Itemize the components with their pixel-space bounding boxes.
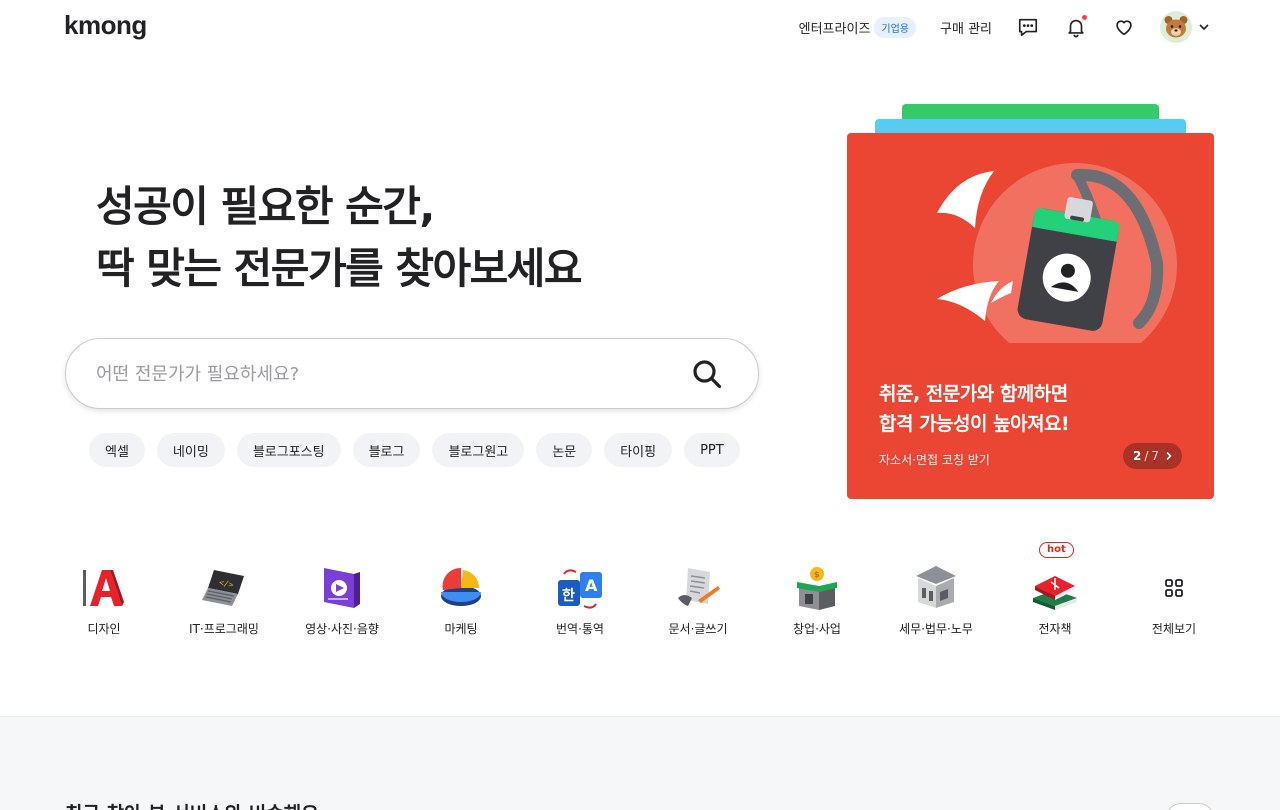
favorites-button[interactable] — [1112, 15, 1136, 39]
promo-banner[interactable]: 취준, 전문가와 함께하면 합격 가능성이 높아져요! 자소서·면접 코칭 받기… — [847, 133, 1214, 499]
category-label: 창업·사업 — [793, 622, 841, 636]
chevron-down-icon — [1199, 24, 1209, 31]
category-design[interactable]: 디자인 — [45, 540, 163, 640]
pager-current: 2 — [1132, 449, 1142, 463]
enterprise-link[interactable]: 엔터프라이즈 기업용 — [798, 16, 917, 38]
search-button[interactable] — [690, 357, 724, 391]
banner-title-line2: 합격 가능성이 높아져요! — [879, 413, 1070, 435]
svg-text:A: A — [585, 576, 598, 595]
pager-separator: / — [1144, 449, 1149, 463]
logo[interactable]: kmong — [64, 10, 147, 41]
category-video-photo-audio[interactable]: 영상·사진·음향 — [283, 540, 401, 640]
recommendation-section: 최근 찾아 본 서비스와 비슷해요 — [0, 716, 1280, 810]
banner-pager[interactable]: 2 / 7 — [1122, 443, 1182, 469]
chat-icon — [1018, 18, 1038, 37]
keyword-chip[interactable]: 타이핑 — [604, 433, 673, 467]
category-it-programming[interactable]: </> IT·프로그래밍 — [165, 540, 283, 640]
category-label: 전자책 — [1038, 622, 1072, 636]
banner-title: 취준, 전문가와 함께하면 합격 가능성이 높아져요! — [879, 379, 1070, 439]
popular-keywords: 엑셀 네이밍 블로그포스팅 블로그 블로그원고 논문 타이핑 PPT — [89, 433, 752, 467]
purchase-management-link[interactable]: 구매 관리 — [940, 18, 992, 37]
notification-dot — [1082, 15, 1087, 20]
category-list: 디자인 </> IT·프로그래밍 영상·사진·음향 마케팅 한 A 번역·통역 … — [45, 540, 1235, 640]
chevron-right-icon — [1164, 451, 1174, 461]
header-nav: 엔터프라이즈 기업용 구매 관리 — [799, 9, 1212, 45]
id-badge-icon — [937, 163, 1177, 343]
message-button[interactable] — [1016, 15, 1040, 39]
account-menu-toggle[interactable] — [1198, 20, 1212, 34]
category-label: 디자인 — [87, 622, 121, 636]
grid-icon — [1165, 579, 1183, 597]
keyword-chip[interactable]: 논문 — [536, 433, 593, 467]
hot-badge: hot — [1039, 542, 1074, 558]
translate-icon: 한 A — [558, 569, 602, 609]
category-tax-legal-labor[interactable]: 세무·법무·노무 — [877, 540, 995, 640]
category-label: 번역·통역 — [556, 622, 604, 636]
hero-title-line1: 성공이 필요한 순간, — [96, 182, 435, 231]
heart-icon — [1116, 20, 1132, 36]
category-marketing[interactable]: 마케팅 — [402, 540, 520, 640]
promo-banner-carousel: 취준, 전문가와 함께하면 합격 가능성이 높아져요! 자소서·면접 코칭 받기… — [847, 104, 1214, 499]
bear-avatar-icon — [1160, 11, 1192, 43]
category-view-all[interactable]: 전체보기 — [1115, 540, 1233, 640]
category-label: 전체보기 — [1151, 622, 1197, 636]
keyword-chip[interactable]: 엑셀 — [89, 433, 145, 467]
keyword-chip[interactable]: 블로그 — [352, 433, 421, 467]
notification-button[interactable] — [1064, 15, 1088, 39]
pie-chart-icon — [441, 567, 481, 606]
search-icon — [693, 360, 722, 389]
category-label: 영상·사진·음향 — [305, 622, 379, 636]
category-startup-business[interactable]: $ 창업·사업 — [758, 540, 876, 640]
category-document-writing[interactable]: 문서·글쓰기 — [639, 540, 757, 640]
design-icon — [83, 570, 124, 606]
svg-text:한: 한 — [562, 588, 575, 604]
keyword-chip[interactable]: PPT — [684, 433, 740, 467]
header: kmong 엔터프라이즈 기업용 구매 관리 — [0, 0, 1280, 52]
hero-title-line2: 딱 맞는 전문가를 찾아보세요 — [96, 244, 583, 293]
category-ebook[interactable]: hot 전자책 — [996, 540, 1114, 640]
category-label: IT·프로그래밍 — [189, 622, 259, 636]
store-icon: $ — [797, 567, 837, 610]
hero-title: 성공이 필요한 순간, 딱 맞는 전문가를 찾아보세요 — [96, 176, 583, 300]
enterprise-badge: 기업용 — [874, 16, 917, 38]
category-label: 마케팅 — [444, 622, 478, 636]
category-label: 문서·글쓰기 — [668, 622, 728, 636]
keyword-chip[interactable]: 네이밍 — [156, 433, 225, 467]
category-translation[interactable]: 한 A 번역·통역 — [521, 540, 639, 640]
keyword-chip[interactable]: 블로그포스팅 — [236, 433, 341, 467]
enterprise-label: 엔터프라이즈 — [798, 21, 871, 37]
banner-subtitle: 자소서·면접 코칭 받기 — [879, 453, 990, 467]
section-title: 최근 찾아 본 서비스와 비슷해요 — [65, 799, 319, 810]
banner-title-line1: 취준, 전문가와 함께하면 — [879, 383, 1068, 405]
laptop-code-icon: </> — [202, 570, 244, 606]
category-label: 세무·법무·노무 — [899, 622, 973, 636]
search-input[interactable] — [96, 357, 676, 391]
document-pen-icon — [678, 568, 720, 606]
svg-text:$: $ — [814, 570, 820, 579]
books-icon — [1033, 576, 1077, 610]
keyword-chip[interactable]: 블로그원고 — [432, 433, 525, 467]
avatar[interactable] — [1160, 11, 1192, 43]
section-nav-button[interactable] — [1166, 803, 1214, 810]
search-box — [65, 338, 759, 409]
pager-total: 7 — [1151, 449, 1159, 463]
video-icon — [324, 568, 360, 608]
building-icon — [916, 566, 956, 608]
